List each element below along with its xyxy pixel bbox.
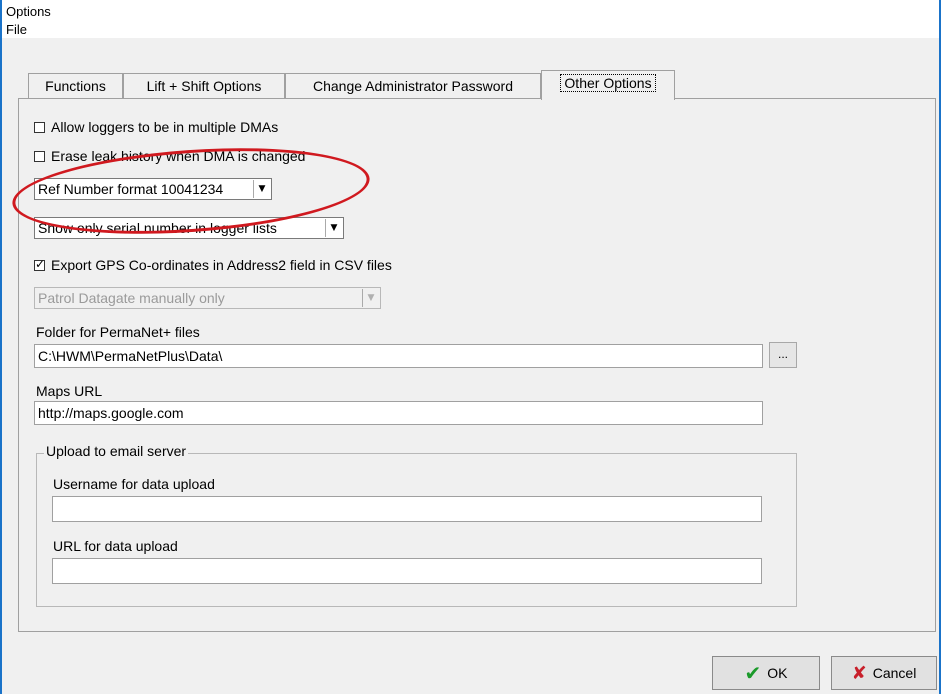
erase-leak-history-checkbox[interactable]: Erase leak history when DMA is changed	[34, 148, 305, 164]
logger-lists-select[interactable]: Show only serial number in logger lists …	[34, 217, 344, 239]
erase-leak-history-label: Erase leak history when DMA is changed	[51, 148, 306, 164]
maps-url-input[interactable]: http://maps.google.com	[34, 401, 763, 425]
cancel-button[interactable]: ✘ Cancel	[831, 656, 937, 690]
folder-label: Folder for PermaNet+ files	[36, 324, 200, 340]
cancel-button-label: Cancel	[872, 665, 917, 681]
multiple-dmas-label: Allow loggers to be in multiple DMAs	[51, 119, 279, 135]
url-input[interactable]	[52, 558, 762, 584]
upload-email-server-legend: Upload to email server	[44, 443, 189, 459]
patrol-datagate-value: Patrol Datagate manually only	[38, 290, 225, 306]
tab-functions[interactable]: Functions	[28, 73, 123, 99]
window-title: Options	[6, 4, 51, 19]
ok-button[interactable]: ✔ OK	[712, 656, 820, 690]
export-gps-checkbox[interactable]: Export GPS Co-ordinates in Address2 fiel…	[34, 257, 392, 273]
browse-folder-button[interactable]: ...	[769, 342, 797, 368]
chevron-down-icon: ▼	[362, 289, 379, 307]
username-input[interactable]	[52, 496, 762, 522]
tab-lift-shift-label: Lift + Shift Options	[146, 78, 262, 94]
checkmark-icon: ✔	[744, 661, 762, 685]
tab-lift-shift-options[interactable]: Lift + Shift Options	[123, 73, 285, 99]
tab-other-options-label: Other Options	[560, 74, 656, 92]
ok-button-label: OK	[767, 665, 788, 681]
chevron-down-icon[interactable]: ▼	[253, 180, 270, 198]
title-bar	[2, 0, 939, 38]
export-gps-checkbox-box[interactable]	[34, 257, 45, 271]
maps-url-label: Maps URL	[36, 383, 103, 399]
erase-leak-history-checkbox-box[interactable]	[34, 150, 45, 162]
tab-change-admin-password[interactable]: Change Administrator Password	[285, 73, 541, 99]
window-border-left	[0, 0, 2, 694]
tab-other-options[interactable]: Other Options	[541, 70, 675, 100]
patrol-datagate-select[interactable]: Patrol Datagate manually only ▼	[34, 287, 381, 309]
username-label: Username for data upload	[53, 476, 215, 492]
tab-functions-label: Functions	[45, 78, 106, 94]
menu-file[interactable]: File	[6, 22, 27, 37]
url-label: URL for data upload	[53, 538, 178, 554]
close-icon: ✘	[851, 662, 867, 684]
export-gps-label: Export GPS Co-ordinates in Address2 fiel…	[51, 257, 392, 273]
ref-number-format-select[interactable]: Ref Number format 10041234 ▼	[34, 178, 272, 200]
folder-input[interactable]: C:\HWM\PermaNetPlus\Data\	[34, 344, 763, 368]
ref-number-format-value: Ref Number format 10041234	[38, 181, 224, 197]
multiple-dmas-checkbox[interactable]: Allow loggers to be in multiple DMAs	[34, 119, 278, 135]
chevron-down-icon[interactable]: ▼	[325, 219, 342, 237]
multiple-dmas-checkbox-box[interactable]	[34, 121, 45, 133]
logger-lists-value: Show only serial number in logger lists	[38, 220, 277, 236]
tab-change-admin-password-label: Change Administrator Password	[313, 78, 513, 94]
